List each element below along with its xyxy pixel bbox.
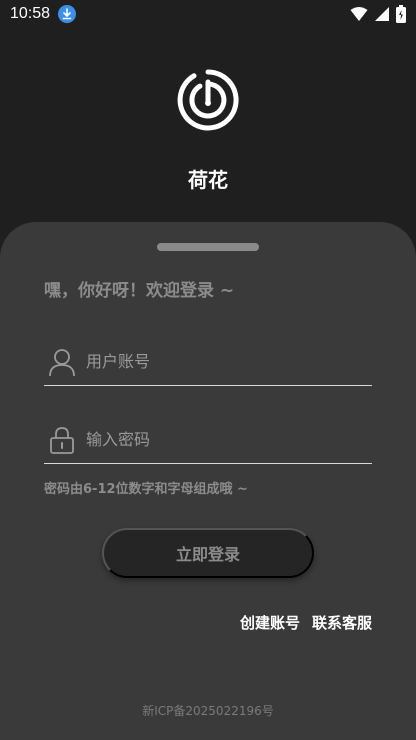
app-name: 荷花 bbox=[188, 168, 228, 192]
contact-support-link[interactable]: 联系客服 bbox=[312, 612, 372, 633]
user-icon bbox=[46, 346, 78, 378]
signal-icon bbox=[375, 7, 389, 21]
account-links: 创建账号 联系客服 bbox=[240, 612, 372, 633]
sheet-handle[interactable] bbox=[157, 243, 259, 251]
status-time: 10:58 bbox=[10, 5, 51, 22]
password-hint: 密码由6-12位数字和字母组成哦 ~ bbox=[44, 482, 248, 497]
status-bar: 10:58 bbox=[0, 0, 416, 28]
login-button[interactable]: 立即登录 bbox=[102, 528, 314, 578]
greeting-text: 嘿，你好呀！欢迎登录 ~ bbox=[44, 281, 235, 301]
icp-footer[interactable]: 新ICP备2025022196号 bbox=[0, 702, 416, 719]
lock-icon bbox=[46, 424, 78, 456]
create-account-link[interactable]: 创建账号 bbox=[240, 612, 300, 633]
login-sheet: 嘿，你好呀！欢迎登录 ~ 密码由6-12位数字和字母组成哦 ~ 立即登录 创建账… bbox=[0, 222, 416, 740]
password-field[interactable] bbox=[44, 416, 372, 464]
download-icon bbox=[58, 5, 77, 23]
wifi-icon bbox=[350, 7, 368, 21]
password-input[interactable] bbox=[86, 430, 346, 449]
app-logo-icon bbox=[177, 69, 239, 131]
battery-icon bbox=[396, 5, 406, 23]
username-input[interactable] bbox=[86, 352, 346, 371]
username-field[interactable] bbox=[44, 338, 372, 386]
